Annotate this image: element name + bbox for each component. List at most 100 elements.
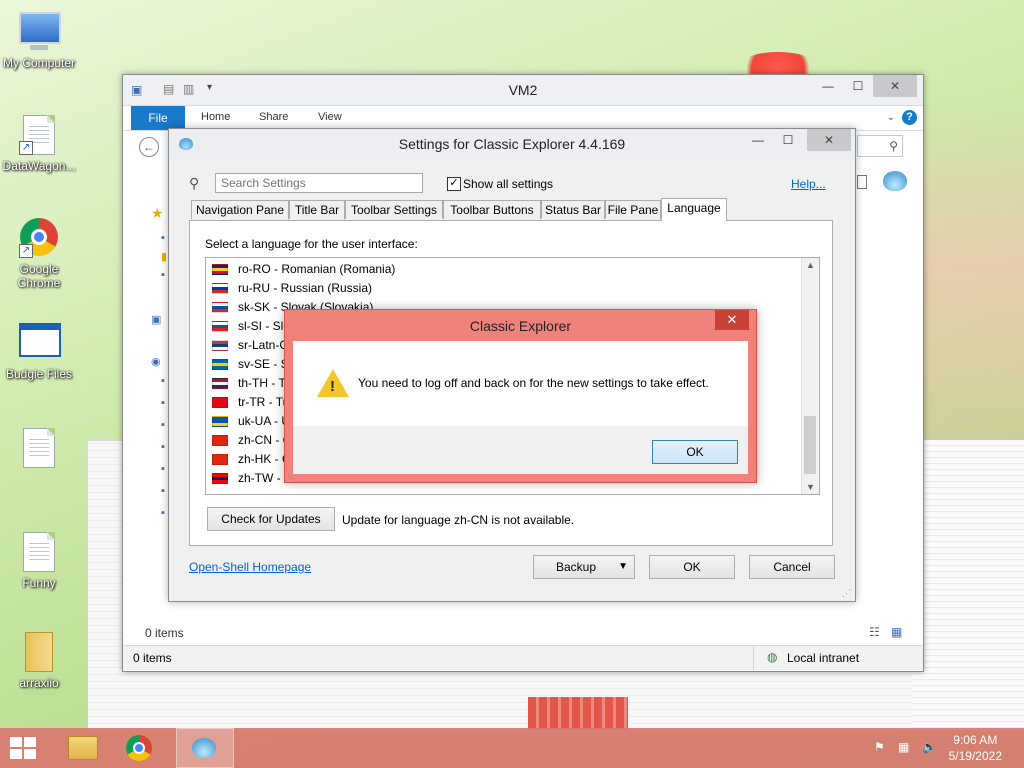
network-tray-icon[interactable]: ▦ bbox=[898, 740, 909, 754]
ribbon-tab-file[interactable]: File bbox=[131, 106, 185, 130]
volume-muted-icon[interactable]: 🔈 bbox=[922, 740, 937, 754]
document-icon bbox=[19, 532, 59, 572]
desktop-icon-label: Budgie Files bbox=[5, 367, 73, 381]
network-computer-icon[interactable]: ▪ bbox=[161, 441, 165, 453]
folder-icon bbox=[68, 736, 98, 760]
language-label: sr-Latn-C bbox=[238, 338, 289, 352]
desktop-icon-document[interactable] bbox=[0, 428, 78, 472]
tab-title-bar[interactable]: Title Bar bbox=[289, 200, 345, 219]
desktop-nav-icon[interactable]: ▪ bbox=[161, 232, 165, 244]
status-divider bbox=[753, 646, 754, 670]
settings-search-input[interactable] bbox=[215, 173, 423, 193]
maximize-button[interactable]: ☐ bbox=[773, 129, 803, 151]
desktop-icon-datawagon[interactable]: ↗ DataWagon... bbox=[0, 115, 78, 173]
network-computer-icon[interactable]: ▪ bbox=[161, 463, 165, 475]
language-label: zh-HK - C bbox=[238, 452, 291, 466]
desktop-icon-arraxiio[interactable]: arraxiio bbox=[0, 632, 78, 690]
tab-language[interactable]: Language bbox=[661, 198, 727, 221]
minimize-button[interactable]: — bbox=[813, 75, 843, 97]
action-center-flag-icon[interactable]: ⚑ bbox=[874, 740, 885, 754]
settings-cancel-button[interactable]: Cancel bbox=[749, 555, 835, 579]
language-label: ru-RU - Russian (Russia) bbox=[238, 281, 373, 295]
desktop-icon-google-chrome[interactable]: ↗ Google Chrome bbox=[0, 218, 78, 290]
network-computer-icon[interactable]: ▪ bbox=[161, 397, 165, 409]
search-icon[interactable]: ⚲ bbox=[857, 135, 903, 157]
document-shortcut-icon: ↗ bbox=[19, 115, 59, 155]
ribbon-tab-share[interactable]: Share bbox=[259, 111, 288, 123]
desktop-icon-my-computer[interactable]: My Computer bbox=[0, 10, 78, 70]
explorer-title: VM2 bbox=[508, 82, 538, 98]
details-view-icon[interactable]: ☷ bbox=[869, 625, 880, 639]
open-shell-icon[interactable] bbox=[883, 171, 907, 191]
scrollbar-thumb[interactable] bbox=[804, 416, 816, 474]
tab-toolbar-buttons[interactable]: Toolbar Buttons bbox=[443, 200, 541, 219]
flag-icon bbox=[212, 359, 228, 370]
large-icons-view-icon[interactable]: ▦ bbox=[891, 625, 902, 639]
taskbar: ⚑ ▦ 🔈 9:06 AM 5/19/2022 bbox=[0, 728, 1024, 768]
maximize-button[interactable]: ☐ bbox=[843, 75, 873, 97]
tab-file-pane[interactable]: File Pane bbox=[605, 200, 661, 219]
language-prompt: Select a language for the user interface… bbox=[205, 237, 418, 251]
tab-navigation-pane[interactable]: Navigation Pane bbox=[191, 200, 289, 219]
expand-ribbon-icon[interactable]: ⌄ bbox=[887, 112, 895, 123]
flag-icon bbox=[212, 321, 228, 332]
intranet-globe-icon: ◍ bbox=[767, 650, 778, 664]
help-icon[interactable]: ? bbox=[902, 110, 917, 125]
message-box-title: Classic Explorer bbox=[469, 318, 572, 334]
close-button[interactable]: ✕ bbox=[873, 75, 917, 97]
resize-grip-icon[interactable]: ⋰ bbox=[842, 588, 851, 599]
network-icon[interactable]: ◉ bbox=[151, 355, 161, 368]
open-shell-homepage-link[interactable]: Open-Shell Homepage bbox=[189, 560, 311, 574]
downloads-nav-icon[interactable]: ▮ bbox=[161, 250, 167, 263]
windows-logo-icon bbox=[10, 737, 22, 747]
window-icon bbox=[19, 323, 61, 363]
chrome-icon: ↗ bbox=[19, 218, 59, 258]
close-button[interactable]: ✕ bbox=[807, 129, 851, 151]
network-computer-icon[interactable]: ▪ bbox=[161, 507, 165, 519]
flag-icon bbox=[212, 473, 228, 484]
network-computer-icon[interactable]: ▪ bbox=[161, 375, 165, 387]
network-computer-icon[interactable]: ▪ bbox=[161, 419, 165, 431]
layout-icon[interactable] bbox=[857, 175, 867, 189]
start-button[interactable] bbox=[10, 737, 38, 761]
check-for-updates-button[interactable]: Check for Updates bbox=[207, 507, 335, 531]
recent-nav-icon[interactable]: ▪ bbox=[161, 269, 165, 281]
desktop-icon-funny[interactable]: Funny bbox=[0, 532, 78, 590]
ribbon-tab-home[interactable]: Home bbox=[201, 111, 230, 123]
settings-titlebar[interactable]: Settings for Classic Explorer 4.4.169 — … bbox=[169, 129, 855, 159]
taskbar-clock[interactable]: 9:06 AM 5/19/2022 bbox=[949, 732, 1002, 764]
show-all-checkbox[interactable]: ✓ bbox=[447, 177, 461, 191]
message-box-footer: OK bbox=[293, 426, 748, 474]
language-label: tr-TR - Tu bbox=[238, 395, 290, 409]
backup-button[interactable]: Backup ▼ bbox=[533, 555, 635, 579]
taskbar-classic-explorer[interactable] bbox=[176, 728, 234, 768]
scroll-up-icon[interactable]: ▲ bbox=[802, 260, 819, 270]
minimize-button[interactable]: — bbox=[743, 129, 773, 151]
flag-icon bbox=[212, 302, 228, 313]
this-pc-icon[interactable]: ▣ bbox=[151, 313, 161, 326]
language-label: ro-RO - Romanian (Romania) bbox=[238, 262, 396, 276]
clock-date: 5/19/2022 bbox=[948, 749, 1002, 763]
network-computer-icon[interactable]: ▪ bbox=[161, 485, 165, 497]
language-scrollbar[interactable]: ▲ ▼ bbox=[801, 258, 819, 494]
flag-icon bbox=[212, 340, 228, 351]
flag-icon bbox=[212, 378, 228, 389]
desktop-icon-budgie-files[interactable]: Budgie Files bbox=[0, 320, 78, 381]
clock-time: 9:06 AM bbox=[953, 733, 998, 747]
taskbar-file-explorer[interactable] bbox=[55, 728, 109, 768]
scroll-down-icon[interactable]: ▼ bbox=[802, 482, 819, 492]
ribbon-tab-view[interactable]: View bbox=[318, 111, 342, 123]
tab-status-bar[interactable]: Status Bar bbox=[541, 200, 605, 219]
tab-toolbar-settings[interactable]: Toolbar Settings bbox=[345, 200, 443, 219]
explorer-titlebar[interactable]: ▣ ▤ ▥ ▾ VM2 — ☐ ✕ bbox=[123, 75, 923, 106]
message-ok-button[interactable]: OK bbox=[652, 440, 738, 464]
back-arrow-icon[interactable]: ← bbox=[139, 137, 159, 157]
chrome-icon bbox=[126, 735, 152, 761]
desktop-icon-label: Funny bbox=[22, 576, 56, 590]
message-box-close-button[interactable]: ✕ bbox=[715, 310, 749, 330]
taskbar-chrome[interactable] bbox=[112, 728, 166, 768]
desktop-icon-label: arraxiio bbox=[19, 676, 59, 690]
favorites-star-icon[interactable]: ★ bbox=[151, 205, 164, 222]
settings-ok-button[interactable]: OK bbox=[649, 555, 735, 579]
help-link[interactable]: Help... bbox=[791, 177, 826, 191]
